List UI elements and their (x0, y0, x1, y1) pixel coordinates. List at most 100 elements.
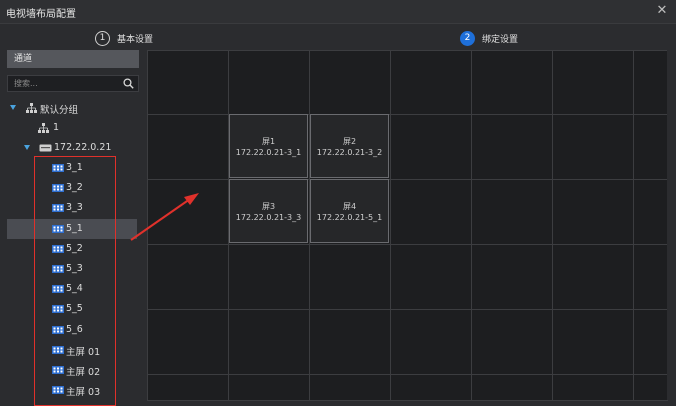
camera-channel-icon (52, 345, 64, 354)
wall-cell[interactable] (309, 309, 391, 375)
camera-channel-icon (52, 366, 64, 374)
tree-group-label: 默认分组 (40, 105, 79, 116)
search-input[interactable] (14, 77, 114, 90)
step-number-2: 2 (460, 30, 475, 46)
wall-screen-3[interactable]: 屏3 172.22.0.21-3_3 (229, 179, 308, 243)
wall-cell[interactable] (390, 179, 472, 245)
expand-caret-icon[interactable] (10, 105, 16, 110)
step-indicator: 1 基本设置 2 绑定设置 (0, 24, 676, 50)
camera-channel-icon (52, 386, 64, 395)
wall-cell[interactable] (633, 244, 668, 310)
scrollbar[interactable] (667, 50, 676, 400)
wall-cell[interactable] (309, 374, 391, 401)
camera-channel-icon (52, 184, 64, 193)
wall-cell[interactable] (309, 50, 391, 115)
wall-cell[interactable] (390, 374, 472, 401)
tree-channel-item[interactable]: 3_1 (0, 158, 144, 178)
tree-channel-item[interactable]: 3_3 (0, 198, 144, 218)
wall-cell[interactable] (228, 309, 310, 375)
screen-bound-channel: 172.22.0.21-3_3 (235, 213, 302, 222)
wall-cell[interactable] (471, 244, 553, 310)
wall-screen-4[interactable]: 屏4 172.22.0.21-5_1 (310, 179, 389, 243)
camera-channel-icon (52, 265, 64, 273)
wall-screen-2[interactable]: 屏2 172.22.0.21-3_2 (310, 114, 389, 178)
tree-channel-item[interactable]: 5_3 (0, 259, 144, 279)
tree-channel-item[interactable]: 主屏 03 (0, 380, 144, 400)
step-basic-settings[interactable]: 1 基本设置 (95, 29, 153, 47)
tree-channel-label: 主屏 01 (66, 346, 101, 358)
wall-cell[interactable] (390, 309, 472, 375)
channel-panel: 通道 默认分组 (0, 50, 144, 400)
tree-device-label: 172.22.0.21 (54, 142, 112, 153)
step-binding-settings[interactable]: 2 绑定设置 (460, 29, 518, 47)
tree-channel-item[interactable]: 5_4 (0, 279, 144, 299)
channel-panel-header: 通道 (7, 50, 139, 68)
wall-cell[interactable] (471, 309, 553, 375)
wall-cell[interactable] (471, 50, 553, 115)
wall-cell[interactable] (552, 374, 634, 401)
screen-bound-channel: 172.22.0.21-3_1 (235, 148, 302, 157)
wall-screen-1[interactable]: 屏1 172.22.0.21-3_1 (229, 114, 308, 178)
tree-channel-item[interactable]: 主屏 02 (0, 360, 144, 380)
org-tree-icon (38, 123, 49, 133)
tree-device[interactable]: 172.22.0.21 (0, 138, 144, 158)
camera-channel-icon (52, 305, 64, 314)
camera-channel-icon (52, 204, 64, 213)
tree-channel-item[interactable]: 5_6 (0, 320, 144, 340)
wall-cell[interactable] (228, 244, 310, 310)
tree-channel-item[interactable]: 5_1 (7, 218, 137, 239)
wall-cell[interactable] (552, 244, 634, 310)
wall-cell[interactable] (633, 50, 668, 115)
title-bar: 电视墙布局配置 ✕ (0, 0, 676, 24)
camera-channel-icon (52, 224, 64, 233)
tree-channel-item[interactable]: 5_2 (0, 239, 144, 259)
wall-cell[interactable] (147, 114, 229, 180)
wall-cell[interactable] (552, 309, 634, 375)
wall-cell[interactable] (390, 50, 472, 115)
wall-cell[interactable] (552, 179, 634, 245)
tree-channel-label: 3_2 (66, 182, 83, 194)
tree-channel-item[interactable]: 3_2 (0, 178, 144, 198)
wall-cell[interactable] (471, 114, 553, 180)
close-icon[interactable]: ✕ (654, 2, 670, 20)
tree-channel-label: 3_3 (66, 202, 83, 214)
video-wall-grid[interactable]: 屏1 172.22.0.21-3_1 屏2 172.22.0.21-3_2 屏3 172.… (147, 50, 668, 401)
tree-channel-label: 主屏 02 (66, 367, 101, 378)
org-tree-icon (26, 103, 37, 113)
search-icon[interactable] (123, 78, 134, 89)
wall-cell[interactable] (552, 50, 634, 115)
wall-cell[interactable] (147, 309, 229, 375)
wall-cell[interactable] (633, 179, 668, 245)
wall-cell[interactable] (471, 179, 553, 245)
tree-channel-label: 5_4 (66, 283, 83, 295)
wall-cell[interactable] (633, 114, 668, 180)
tree-channel-label: 3_1 (66, 162, 83, 173)
wall-cell[interactable] (390, 114, 472, 180)
tree-channel-item[interactable]: 主屏 01 (0, 340, 144, 360)
camera-channel-icon (52, 285, 64, 294)
camera-channel-icon (52, 164, 64, 172)
tree-node-label: 1 (53, 122, 60, 133)
wall-cell[interactable] (471, 374, 553, 401)
search-box[interactable] (7, 75, 139, 92)
wall-cell[interactable] (309, 244, 391, 310)
tree-channel-item[interactable]: 5_5 (0, 299, 144, 319)
wall-cell[interactable] (633, 309, 668, 375)
wall-cell[interactable] (390, 244, 472, 310)
expand-caret-icon[interactable] (24, 145, 30, 150)
dvr-device-icon (39, 144, 52, 152)
camera-channel-icon (52, 325, 64, 334)
tree-node-1[interactable]: 1 (0, 118, 144, 138)
wall-cell[interactable] (147, 179, 229, 245)
wall-cell[interactable] (552, 114, 634, 180)
wall-cell[interactable] (147, 374, 229, 401)
camera-channel-icon (52, 244, 64, 253)
wall-cell[interactable] (228, 50, 310, 115)
wall-cell[interactable] (228, 374, 310, 401)
tree-group-default[interactable]: 默认分组 (0, 98, 144, 118)
step-number-1: 1 (95, 30, 110, 46)
wall-cell[interactable] (633, 374, 668, 401)
wall-cell[interactable] (147, 50, 229, 115)
screen-name: 屏3 (261, 202, 276, 211)
wall-cell[interactable] (147, 244, 229, 310)
